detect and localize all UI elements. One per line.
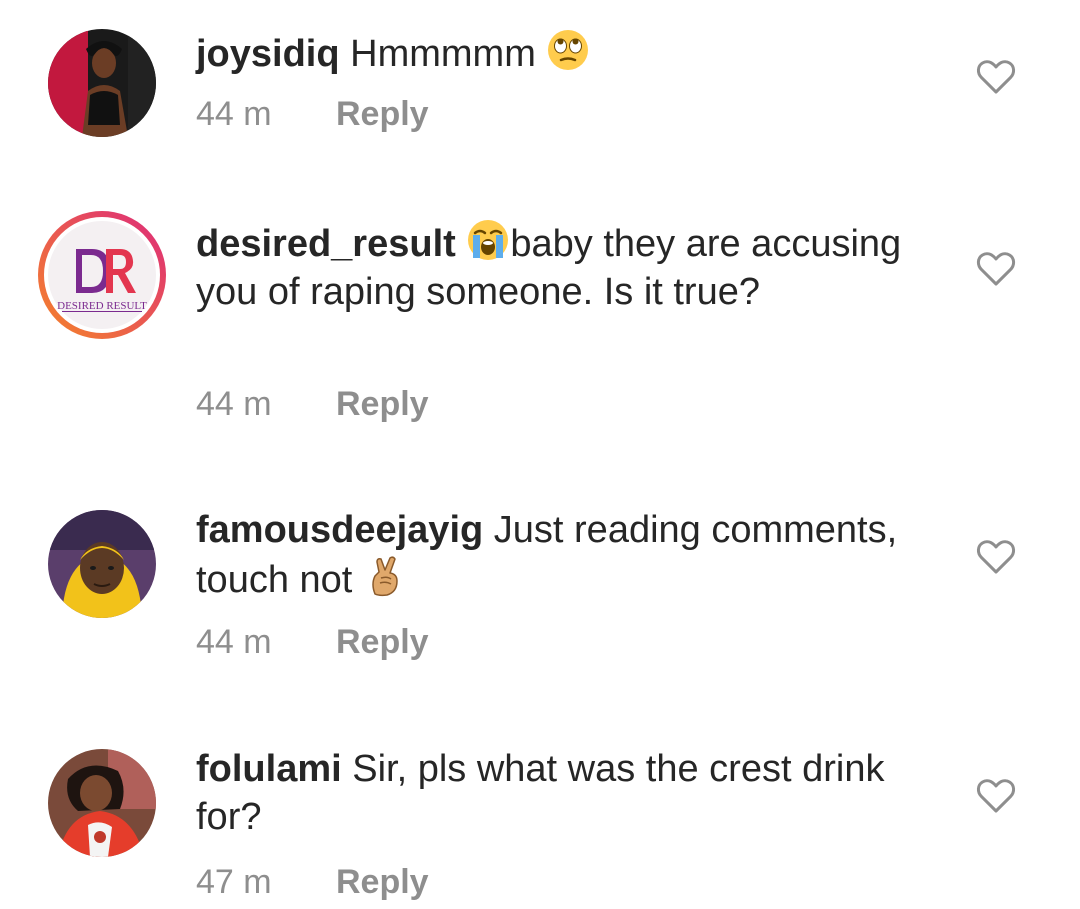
heart-outline-icon <box>976 252 1016 286</box>
avatar[interactable] <box>48 29 156 137</box>
heart-outline-icon <box>976 60 1016 94</box>
reply-button[interactable]: Reply <box>336 863 429 901</box>
comment-message: Hmmmmm <box>339 33 547 75</box>
comment-meta: 44 m Reply <box>196 384 429 424</box>
like-button[interactable] <box>976 539 1016 575</box>
comment-text: folulami Sir, pls what was the crest dri… <box>196 745 936 841</box>
avatar[interactable] <box>48 749 156 857</box>
heart-outline-icon <box>976 540 1016 574</box>
comment-timestamp: 44 m <box>196 385 272 423</box>
comment-text: famousdeejayig Just reading comments, to… <box>196 506 936 604</box>
comment-meta: 44 m Reply <box>196 622 429 662</box>
comment-meta: 44 m Reply <box>196 94 429 134</box>
comment-username[interactable]: famousdeejayig <box>196 509 483 551</box>
comment-timestamp: 47 m <box>196 863 272 901</box>
eye-roll-emoji-icon <box>546 28 590 72</box>
reply-button[interactable]: Reply <box>336 95 429 133</box>
comment-timestamp: 44 m <box>196 623 272 661</box>
comment-text: desired_result baby they are accusing yo… <box>196 218 936 316</box>
comment-meta: 47 m Reply <box>196 862 429 902</box>
reply-button[interactable]: Reply <box>336 385 429 423</box>
like-button[interactable] <box>976 59 1016 95</box>
comment-username[interactable]: desired_result <box>196 223 456 265</box>
like-button[interactable] <box>976 251 1016 287</box>
reply-button[interactable]: Reply <box>336 623 429 661</box>
comment-username[interactable]: joysidiq <box>196 33 340 75</box>
avatar-logo-text: DESIRED RESULT <box>57 300 147 312</box>
like-button[interactable] <box>976 778 1016 814</box>
avatar[interactable]: DESIRED RESULT <box>36 209 168 341</box>
heart-outline-icon <box>976 779 1016 813</box>
crossed-fingers-emoji-icon <box>363 554 407 598</box>
comment-message <box>456 223 467 265</box>
avatar[interactable] <box>48 510 156 618</box>
comment-username[interactable]: folulami <box>196 748 342 790</box>
comment-text: joysidiq Hmmmmm <box>196 28 936 78</box>
loudly-crying-emoji-icon <box>466 218 510 262</box>
comment-timestamp: 44 m <box>196 95 272 133</box>
